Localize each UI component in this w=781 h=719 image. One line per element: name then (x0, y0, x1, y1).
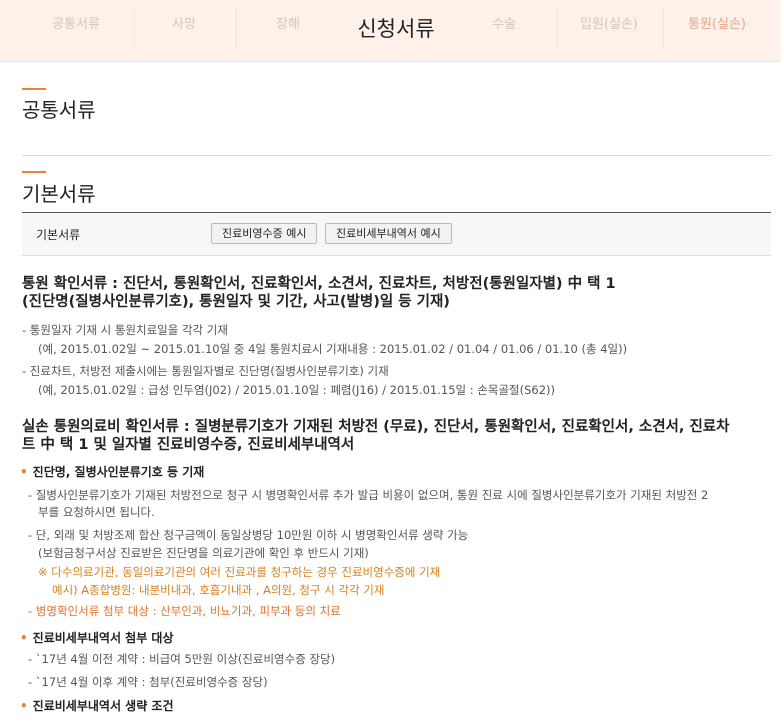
bullet-detail-statement-text: 진료비세부내역서 첨부 대상 (32, 631, 174, 645)
visit-docs-heading-line2: (진단명(질병사인분류기호), 통원일자 및 기간, 사고(발병)일 등 기재) (22, 294, 450, 310)
multi-clinic-note: ※ 다수의료기관, 동일의료기관의 여러 진료과를 청구하는 경우 진료비영수증… (38, 565, 441, 579)
bullet-diagnosis: • 진단명, 질병사인분류기호 등 기재 (20, 463, 204, 482)
tab-application-docs[interactable]: 신청서류 (340, 0, 452, 58)
section-title-basic: 기본서류 (22, 182, 96, 206)
multi-clinic-example: 예시) A종합병원: 내분비내과, 호흡기내과 , A의원, 청구 시 각각 기… (52, 583, 385, 597)
detail-statement-example-button[interactable]: 진료비세부내역서 예시 (325, 223, 452, 244)
bullet-omit-condition-text: 진료비세부내역서 생략 조건 (32, 699, 174, 713)
basic-docs-row: 기본서류 진료비영수증 예시 진료비세부내역서 예시 (22, 213, 771, 256)
basic-docs-row-label: 기본서류 (36, 228, 81, 242)
bullet-diagnosis-text: 진단명, 질병사인분류기호 등 기재 (32, 465, 205, 479)
tab-outpatient[interactable]: 통원(실손) (663, 0, 771, 50)
bullet-dot: • (20, 631, 28, 645)
loss-docs-heading-line2: 트 中 택 1 및 일자별 진료비영수증, 진료비세부내역서 (22, 437, 355, 453)
section-accent-bar (22, 171, 46, 173)
diagnosis-note-cont: 부를 요청하시면 됩니다. (38, 505, 155, 519)
detail-statement-note: - `17년 4월 이후 계약 : 첨부(진료비영수증 장당) (28, 675, 268, 689)
visit-docs-heading-line1: 통원 확인서류 : 진단서, 통원확인서, 진료확인서, 소견서, 진료차트, … (22, 276, 616, 292)
tab-disability[interactable]: 장해 (236, 0, 340, 50)
bullet-omit-condition: • 진료비세부내역서 생략 조건 (20, 697, 174, 716)
section-accent-bar (22, 88, 46, 90)
diagnosis-required-note: - 병명확인서류 첨부 대상 : 산부인과, 비뇨기과, 피부과 등의 치료 (28, 604, 341, 618)
tab-hospitalization[interactable]: 입원(실손) (557, 0, 661, 50)
tab-common-docs[interactable]: 공통서류 (24, 0, 128, 50)
visit-note: - 진료차트, 처방전 제출시에는 통원일자별로 진단명(질병사인분류기호) 기… (22, 364, 389, 378)
diagnosis-note: - 단, 외래 및 처방조제 합산 청구금액이 동일상병당 10만원 이하 시 … (28, 528, 469, 542)
loss-docs-heading-line1: 실손 통원의료비 확인서류 : 질병분류기호가 기재된 처방전 (무료), 진단… (22, 419, 730, 435)
top-tab-bar: 공통서류 사망 장해 신청서류 수술 입원(실손) 통원(실손) (0, 0, 781, 62)
receipt-example-button[interactable]: 진료비영수증 예시 (211, 223, 318, 244)
bullet-dot: • (20, 699, 28, 713)
section-divider (22, 155, 771, 156)
visit-note-example: (예, 2015.01.02일 ~ 2015.01.10일 중 4일 통원치료시… (38, 342, 628, 356)
bullet-detail-statement: • 진료비세부내역서 첨부 대상 (20, 629, 174, 648)
tab-surgery[interactable]: 수술 (452, 0, 556, 50)
diagnosis-note-cont: (보험금청구서상 진료받은 진단명을 의료기관에 확인 후 반드시 기재) (38, 546, 369, 560)
detail-statement-note: - `17년 4월 이전 계약 : 비급여 5만원 이상(진료비영수증 장당) (28, 652, 336, 666)
visit-note: - 통원일자 기재 시 통원치료일을 각각 기재 (22, 323, 228, 337)
bullet-dot: • (20, 465, 28, 479)
visit-note-example: (예, 2015.01.02일 : 급성 인두염(J02) / 2015.01.… (38, 383, 556, 397)
tab-death[interactable]: 사망 (134, 0, 234, 50)
section-title-common: 공통서류 (22, 98, 96, 122)
